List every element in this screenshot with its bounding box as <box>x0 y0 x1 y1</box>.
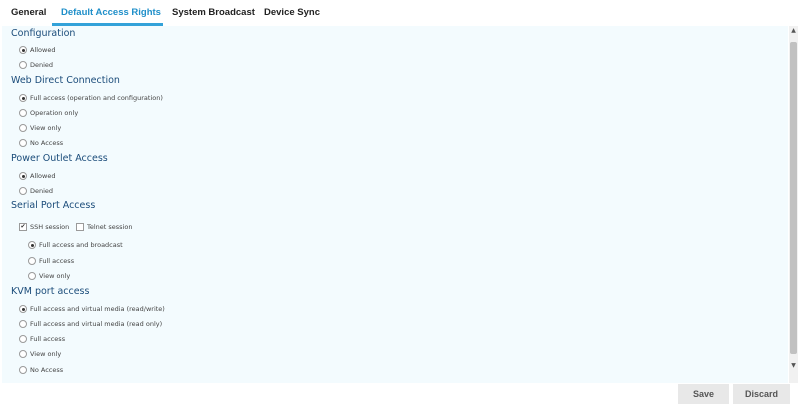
scroll-up-arrow-icon[interactable]: ▲ <box>789 26 798 36</box>
radio-button[interactable] <box>19 139 27 147</box>
checkbox[interactable] <box>76 223 84 231</box>
radio-button-checked[interactable] <box>19 305 27 313</box>
radio-option-serial-full-broadcast[interactable]: Full access and broadcast <box>28 239 123 251</box>
radio-option-kvm-full-vm-ro[interactable]: Full access and virtual media (read only… <box>19 318 162 330</box>
checkbox-telnet-session[interactable]: Telnet session <box>76 221 132 233</box>
radio-button[interactable] <box>19 350 27 358</box>
radio-button[interactable] <box>28 272 36 280</box>
option-label: Allowed <box>30 46 56 54</box>
scroll-down-arrow-icon[interactable]: ▼ <box>789 361 798 371</box>
radio-button[interactable] <box>19 61 27 69</box>
radio-option-configuration-allowed[interactable]: Allowed <box>19 44 55 56</box>
option-label: Full access <box>39 257 75 265</box>
radio-option-kvm-no-access[interactable]: No Access <box>19 364 63 376</box>
checkbox-checked[interactable]: ✔ <box>19 223 27 231</box>
option-label: View only <box>30 124 62 132</box>
tab-general[interactable]: General <box>11 0 46 24</box>
radio-button[interactable] <box>28 257 36 265</box>
radio-button[interactable] <box>19 320 27 328</box>
radio-option-kvm-view-only[interactable]: View only <box>19 348 61 360</box>
checkbox-label: SSH session <box>30 223 70 231</box>
radio-option-web-view-only[interactable]: View only <box>19 122 61 134</box>
radio-button-checked[interactable] <box>19 46 27 54</box>
option-label: View only <box>30 350 62 358</box>
radio-option-power-denied[interactable]: Denied <box>19 185 53 197</box>
checkbox-label: Telnet session <box>87 223 133 231</box>
radio-option-power-allowed[interactable]: Allowed <box>19 170 55 182</box>
radio-option-configuration-denied[interactable]: Denied <box>19 59 53 71</box>
option-label: Full access and virtual media (read only… <box>30 320 163 328</box>
radio-option-serial-view-only[interactable]: View only <box>28 270 70 282</box>
option-label: No Access <box>30 366 64 374</box>
radio-button[interactable] <box>19 124 27 132</box>
section-title-serial-port: Serial Port Access <box>11 200 96 211</box>
option-label: Full access <box>30 335 66 343</box>
tab-default-access-rights[interactable]: Default Access Rights <box>61 0 161 24</box>
discard-button[interactable]: Discard <box>733 384 790 404</box>
option-label: Allowed <box>30 172 56 180</box>
option-label: Operation only <box>30 109 79 117</box>
radio-option-serial-full-access[interactable]: Full access <box>28 255 74 267</box>
tab-device-sync[interactable]: Device Sync <box>264 0 320 24</box>
radio-button[interactable] <box>19 335 27 343</box>
tab-bar: General Default Access Rights System Bro… <box>0 0 798 26</box>
scrollbar-thumb[interactable] <box>790 42 797 354</box>
option-label: Full access (operation and configuration… <box>30 94 163 102</box>
radio-option-kvm-full-vm-rw[interactable]: Full access and virtual media (read/writ… <box>19 303 165 315</box>
section-title-configuration: Configuration <box>11 28 76 39</box>
tab-system-broadcast[interactable]: System Broadcast <box>172 0 255 24</box>
save-button[interactable]: Save <box>678 384 729 404</box>
radio-button-checked[interactable] <box>19 172 27 180</box>
option-label: No Access <box>30 139 64 147</box>
checkbox-ssh-session[interactable]: ✔ SSH session <box>19 221 69 233</box>
section-title-kvm-port: KVM port access <box>11 286 90 297</box>
option-label: Denied <box>30 61 54 69</box>
radio-option-web-operation-only[interactable]: Operation only <box>19 107 78 119</box>
radio-option-kvm-full-access[interactable]: Full access <box>19 333 65 345</box>
radio-option-web-no-access[interactable]: No Access <box>19 137 63 149</box>
radio-option-web-full-access[interactable]: Full access (operation and configuration… <box>19 92 163 104</box>
radio-button[interactable] <box>19 366 27 374</box>
option-label: Full access and virtual media (read/writ… <box>30 305 165 313</box>
option-label: Full access and broadcast <box>39 241 123 249</box>
radio-button[interactable] <box>19 109 27 117</box>
radio-button-checked[interactable] <box>19 94 27 102</box>
radio-button-checked[interactable] <box>28 241 36 249</box>
access-rights-panel: Configuration Allowed Denied Web Direct … <box>2 26 788 383</box>
radio-button[interactable] <box>19 187 27 195</box>
section-title-power-outlet: Power Outlet Access <box>11 153 108 164</box>
vertical-scrollbar[interactable]: ▲ ▼ <box>789 26 798 383</box>
section-title-web-direct: Web Direct Connection <box>11 75 120 86</box>
option-label: View only <box>39 272 71 280</box>
option-label: Denied <box>30 187 54 195</box>
